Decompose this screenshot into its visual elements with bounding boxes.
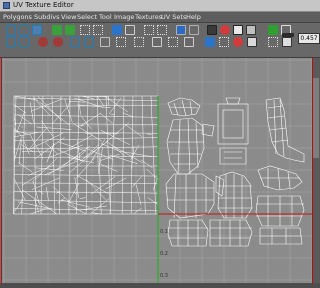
align-icon[interactable] bbox=[176, 25, 186, 35]
isolate-icon[interactable] bbox=[219, 37, 229, 47]
sew-uv-icon[interactable] bbox=[93, 25, 103, 35]
scale-uv-icon[interactable] bbox=[32, 25, 42, 35]
frame-line bbox=[1, 57, 2, 284]
rotate-uv-icon[interactable] bbox=[19, 25, 29, 35]
cylindrical-map-icon[interactable] bbox=[84, 37, 94, 47]
window-title: UV Texture Editor bbox=[13, 1, 74, 9]
zoom-field[interactable]: 0.457 bbox=[298, 33, 320, 44]
uv-grid bbox=[2, 58, 312, 283]
menu-textures[interactable]: Textures bbox=[135, 12, 162, 22]
straighten-icon[interactable] bbox=[116, 37, 126, 47]
distort-icon[interactable] bbox=[184, 37, 194, 47]
texture-borders-icon[interactable] bbox=[205, 37, 215, 47]
move-uv-icon[interactable] bbox=[6, 25, 16, 35]
relax-icon[interactable] bbox=[134, 37, 144, 47]
menu-tool[interactable]: Tool bbox=[99, 12, 112, 22]
scrollbar-thumb[interactable] bbox=[313, 78, 319, 158]
snapshot-icon[interactable] bbox=[268, 37, 278, 47]
uv-viewport[interactable]: 0.1 0.2 0.3 bbox=[2, 58, 312, 283]
select-shell-icon[interactable] bbox=[144, 25, 154, 35]
image-range-icon[interactable] bbox=[247, 37, 257, 47]
exposure-icon[interactable] bbox=[282, 33, 294, 37]
vertical-scrollbar[interactable] bbox=[312, 58, 320, 283]
grid-snap-icon[interactable] bbox=[189, 25, 199, 35]
checker-icon[interactable] bbox=[233, 25, 243, 35]
title-bar[interactable]: UV Texture Editor bbox=[0, 0, 320, 12]
spherical-map-icon[interactable] bbox=[100, 37, 110, 47]
menu-bar: Polygons Subdivs View Select Tool Image … bbox=[0, 12, 320, 23]
uv-shell-dense-mesh[interactable] bbox=[13, 95, 159, 215]
flip-v-icon[interactable] bbox=[65, 25, 75, 35]
menu-select[interactable]: Select bbox=[77, 12, 97, 22]
cut-uv-icon[interactable] bbox=[80, 25, 90, 35]
planar-map-icon[interactable] bbox=[70, 37, 80, 47]
unfold-icon[interactable] bbox=[112, 25, 122, 35]
axis-label: 0.2 bbox=[160, 251, 168, 257]
layout-icon[interactable] bbox=[125, 25, 135, 35]
smudge-icon[interactable] bbox=[19, 37, 29, 47]
flip-u-icon[interactable] bbox=[52, 25, 62, 35]
menu-uv-sets[interactable]: UV Sets bbox=[161, 12, 186, 22]
shell-border-icon[interactable] bbox=[168, 37, 178, 47]
toolbar bbox=[0, 23, 320, 58]
add-to-isolate-icon[interactable] bbox=[233, 37, 243, 47]
lattice-icon[interactable] bbox=[38, 37, 48, 47]
app-icon bbox=[3, 2, 10, 9]
menu-view[interactable]: View bbox=[61, 12, 76, 22]
pixel-snap-icon[interactable] bbox=[282, 37, 292, 47]
pin-icon[interactable] bbox=[53, 37, 63, 47]
uv-shell-body-parts[interactable] bbox=[165, 97, 305, 247]
menu-help[interactable]: Help bbox=[186, 12, 201, 22]
menu-subdivs[interactable]: Subdivs bbox=[34, 12, 60, 22]
axis-label: 0.1 bbox=[160, 229, 168, 235]
uv-texture-editor-window: UV Texture Editor Polygons Subdivs View … bbox=[0, 0, 320, 288]
axis-label: 0.3 bbox=[160, 273, 168, 279]
menu-polygons[interactable]: Polygons bbox=[3, 12, 32, 22]
frame-line bbox=[312, 57, 313, 284]
menu-image[interactable]: Image bbox=[114, 12, 134, 22]
image-display-icon[interactable] bbox=[207, 25, 217, 35]
uv-canvas[interactable]: 0.1 0.2 0.3 bbox=[2, 58, 312, 283]
grid-icon[interactable] bbox=[152, 37, 162, 47]
shaded-icon[interactable] bbox=[246, 25, 256, 35]
move-shell-icon[interactable] bbox=[6, 37, 16, 47]
color-icon[interactable] bbox=[220, 25, 230, 35]
dim-image-icon[interactable] bbox=[268, 25, 278, 35]
horizontal-scrollbar[interactable] bbox=[0, 283, 320, 288]
select-border-icon[interactable] bbox=[157, 25, 167, 35]
